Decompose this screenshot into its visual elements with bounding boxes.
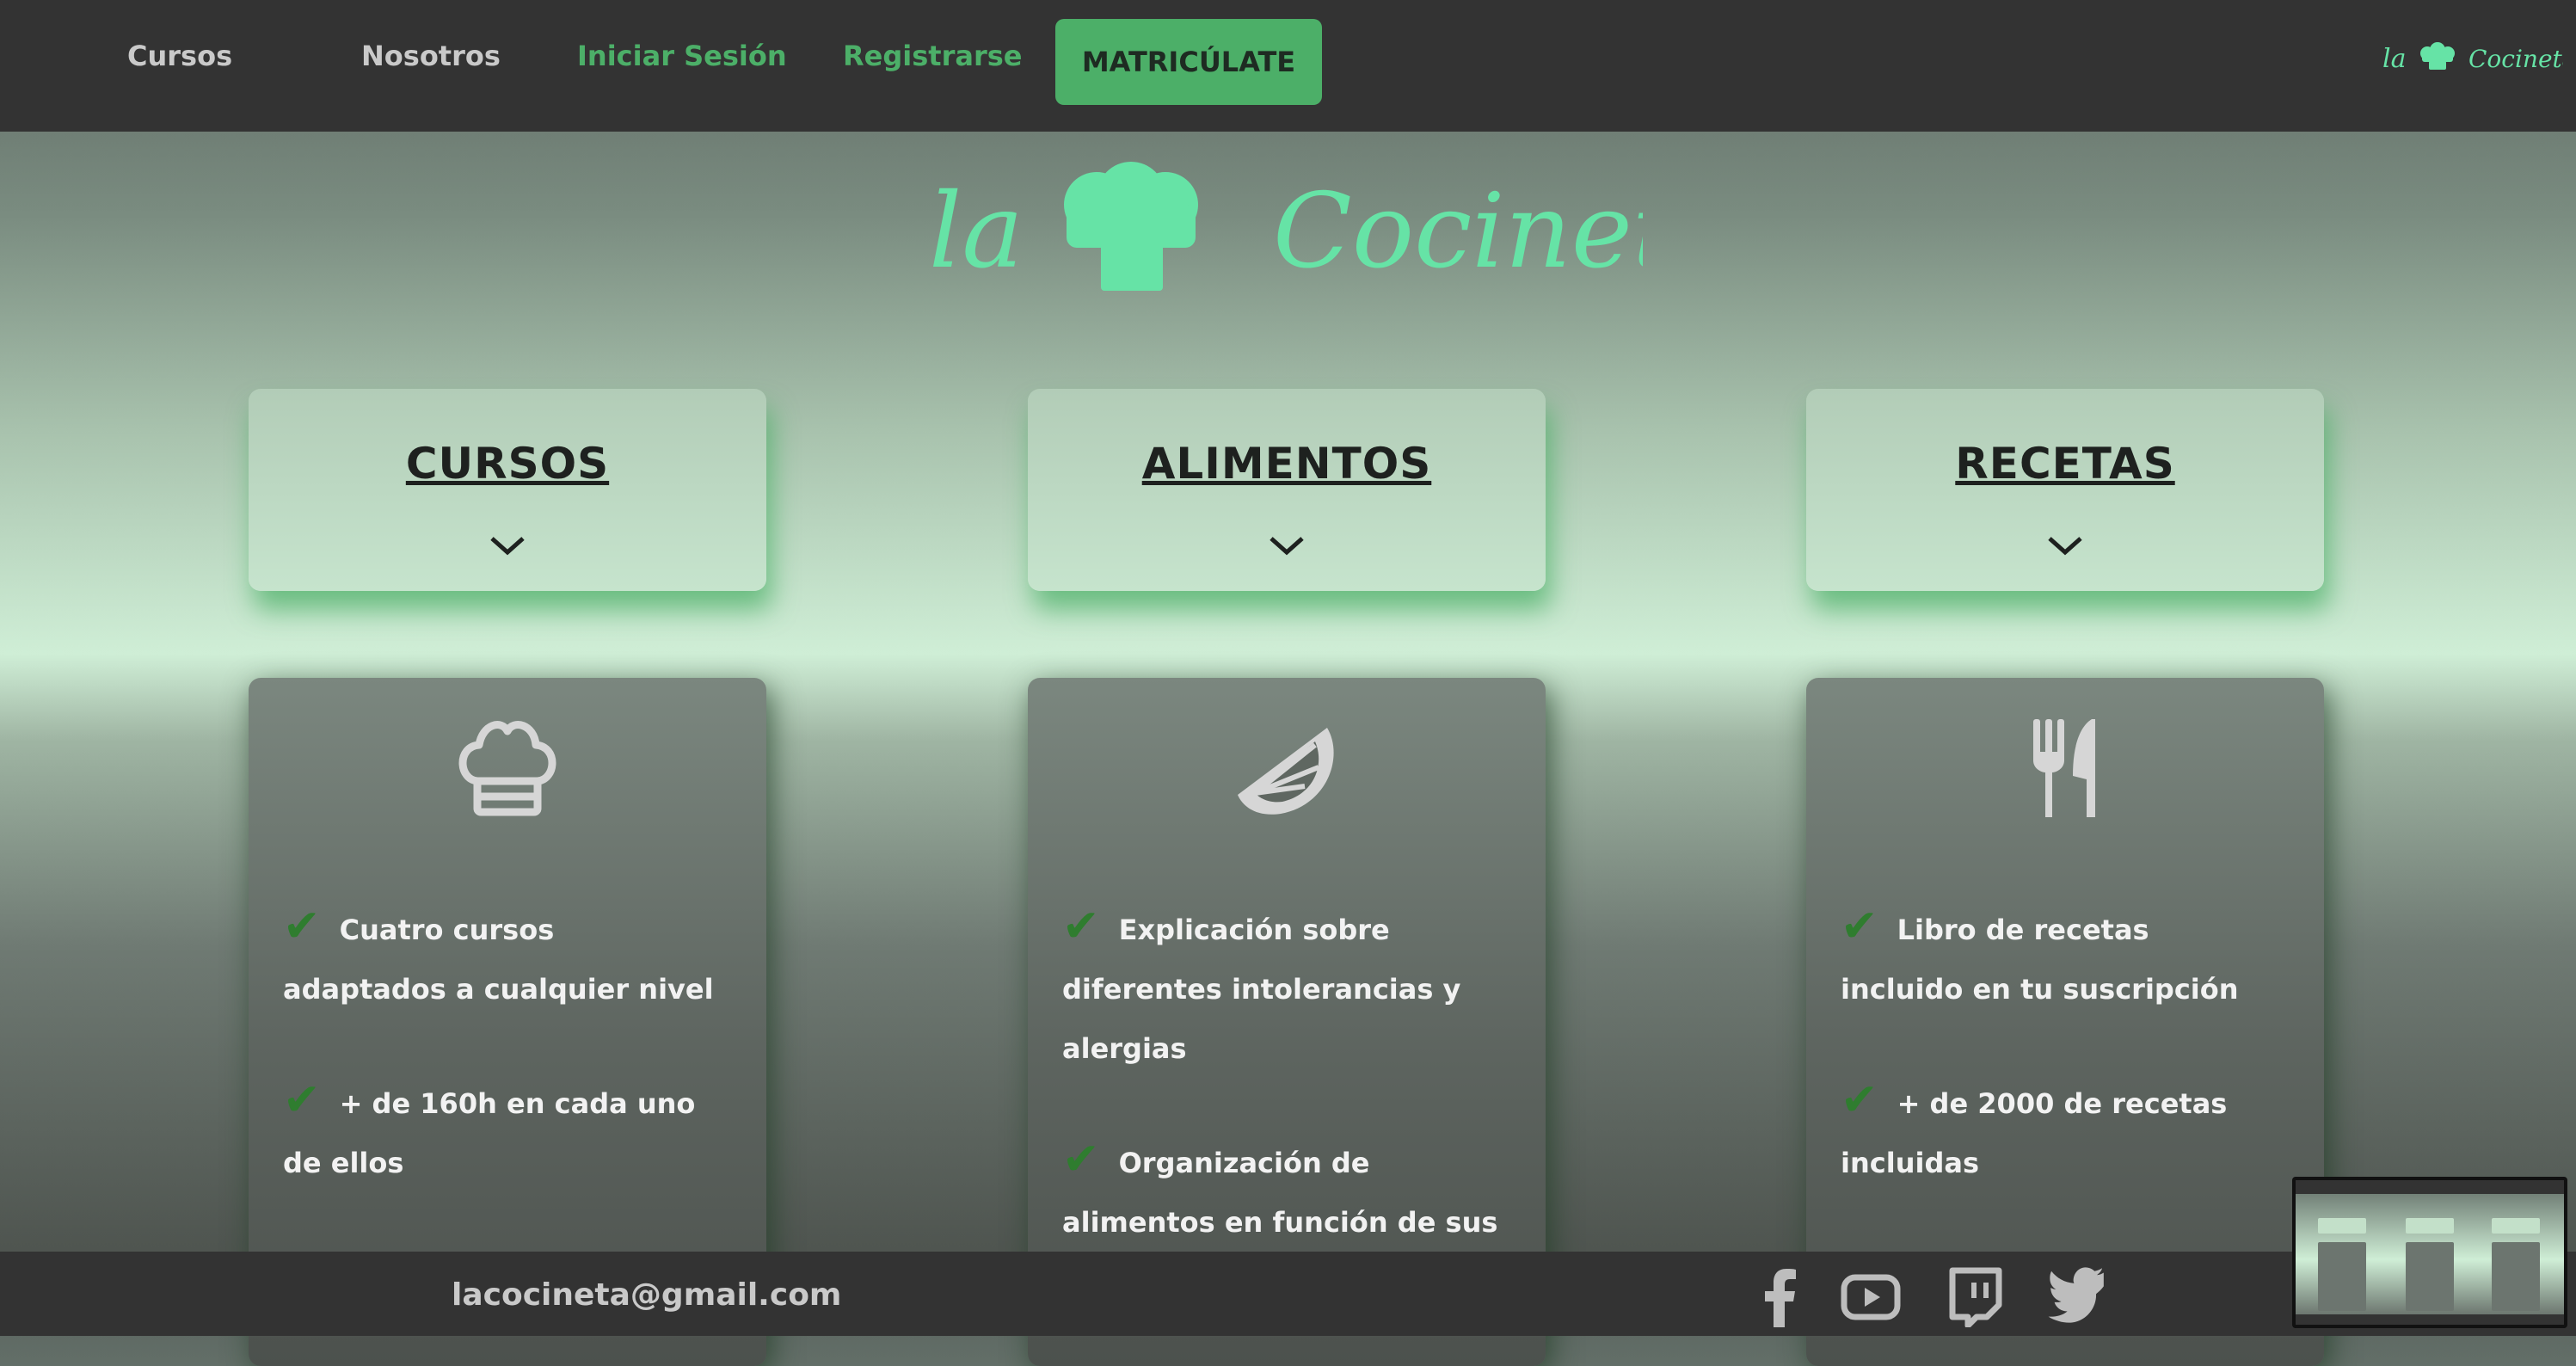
chef-hat-logo-icon: [1064, 162, 1198, 291]
nav-logo[interactable]: la Cocineta: [2382, 38, 2563, 81]
feature-item: ✔ Libro de recetas incluido en tu suscrip…: [1841, 897, 2279, 1019]
page-preview-thumbnail[interactable]: [2292, 1177, 2567, 1328]
contact-email[interactable]: lacocineta@gmail.com: [452, 1277, 841, 1313]
nav-link-iniciar-sesion[interactable]: Iniciar Sesión: [577, 40, 787, 72]
feature-item: ✔ Organización de alimentos en función de…: [1062, 1130, 1501, 1252]
facebook-icon[interactable]: [1750, 1267, 1811, 1327]
top-navbar: Cursos Nosotros Iniciar Sesión Registrar…: [0, 0, 2576, 132]
svg-text:Cocineta: Cocineta: [2468, 45, 2563, 73]
nav-link-nosotros[interactable]: Nosotros: [361, 40, 501, 72]
nav-link-cursos[interactable]: Cursos: [127, 40, 232, 72]
chevron-down-icon[interactable]: [489, 535, 526, 556]
check-icon: ✔: [1841, 901, 1878, 952]
category-card-cursos[interactable]: CURSOS: [249, 389, 766, 591]
svg-text:la: la: [2382, 44, 2406, 74]
check-icon: ✔: [283, 901, 321, 952]
svg-text:la: la: [929, 172, 1024, 292]
check-icon: ✔: [1062, 1134, 1100, 1185]
category-card-alimentos[interactable]: ALIMENTOS: [1028, 389, 1546, 591]
feature-item: ✔ + de 160h en cada uno de ellos: [283, 1071, 722, 1193]
fork-knife-icon: [2033, 719, 2095, 817]
check-icon: ✔: [283, 1074, 321, 1126]
category-title[interactable]: RECETAS: [1806, 439, 2324, 489]
footer: lacocineta@gmail.com: [0, 1252, 2576, 1336]
twitch-icon[interactable]: [1946, 1267, 2006, 1327]
nav-link-registrarse[interactable]: Registrarse: [843, 40, 1022, 72]
feature-item: ✔ Cuatro cursos adaptados a cualquier niv…: [283, 897, 722, 1019]
check-icon: ✔: [1062, 901, 1100, 952]
category-title[interactable]: ALIMENTOS: [1028, 439, 1546, 489]
svg-text:Cocineta: Cocineta: [1273, 172, 1643, 292]
chevron-down-icon[interactable]: [1268, 535, 1306, 556]
category-card-recetas[interactable]: RECETAS: [1806, 389, 2324, 591]
matriculate-button[interactable]: MATRICÚLATE: [1055, 19, 1322, 105]
twitter-icon[interactable]: [2047, 1267, 2107, 1327]
check-icon: ✔: [1841, 1074, 1878, 1126]
feature-item: ✔ + de 2000 de recetas incluidas: [1841, 1071, 2279, 1193]
youtube-icon[interactable]: [1841, 1267, 1901, 1327]
category-title[interactable]: CURSOS: [249, 439, 766, 489]
lemon-slice-icon: [1238, 728, 1334, 815]
feature-item: ✔ Explicación sobre diferentes intoleranc…: [1062, 897, 1501, 1079]
hero-logo: la Cocineta: [929, 162, 1643, 292]
chef-hat-icon: [458, 721, 556, 816]
chevron-down-icon[interactable]: [2046, 535, 2084, 556]
